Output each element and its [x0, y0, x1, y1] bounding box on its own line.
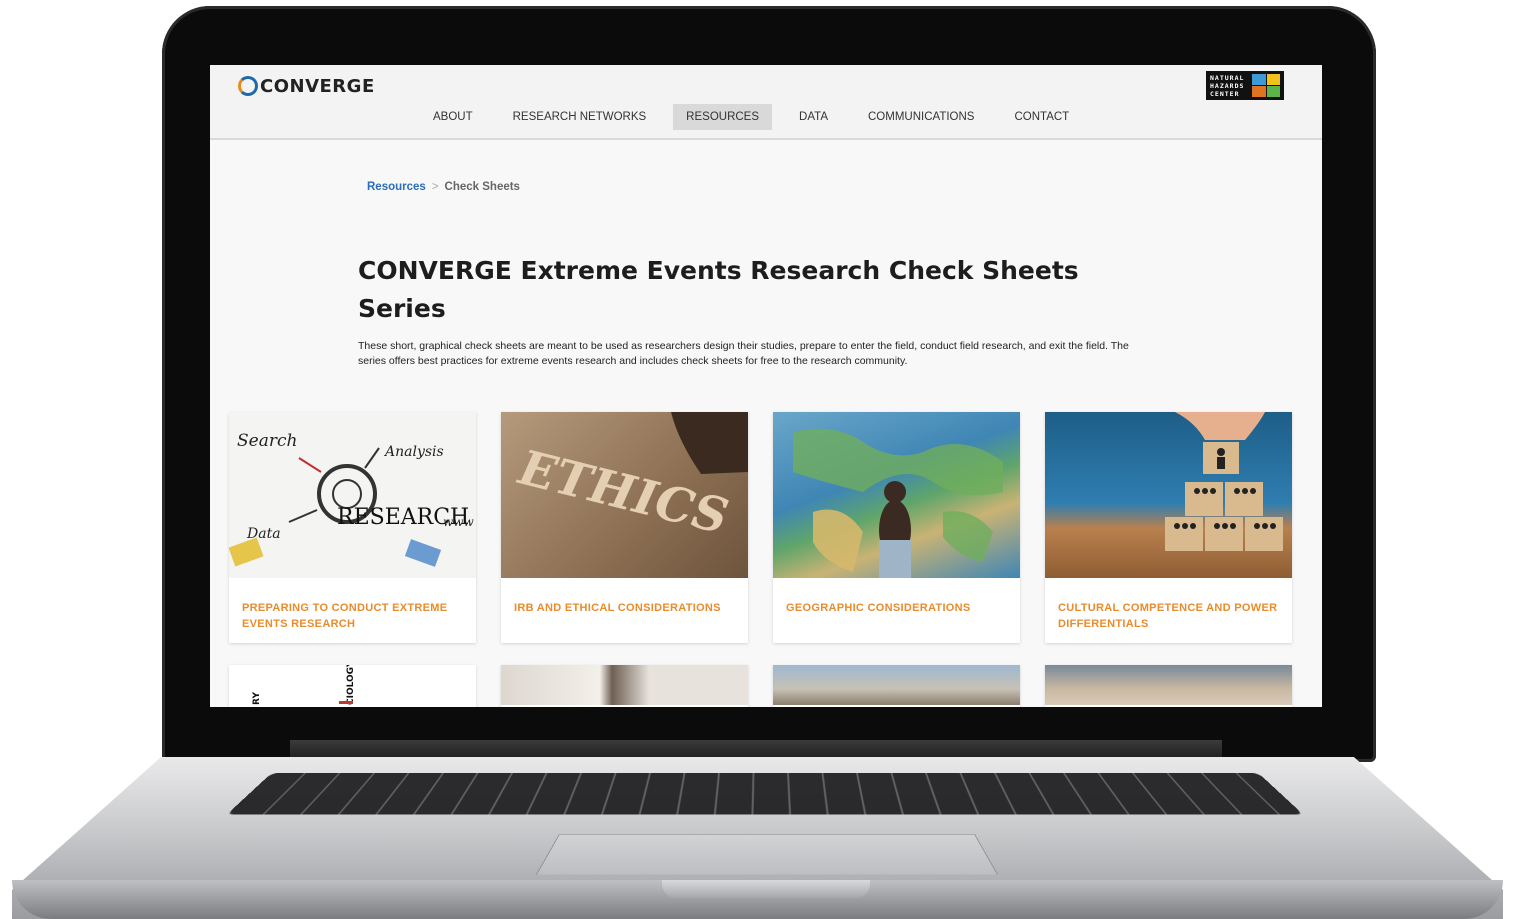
laptop-trackpad	[535, 834, 999, 875]
nav-data[interactable]: DATA	[786, 104, 841, 130]
nav-research-networks[interactable]: RESEARCH NETWORKS	[500, 104, 660, 130]
card-image	[1045, 665, 1292, 705]
nav-resources[interactable]: RESOURCES	[673, 104, 773, 130]
check-sheet-grid: Search Analysis RESEARCH Data www PREPAR…	[229, 412, 1292, 643]
check-sheet-card[interactable]: RY CIOLOGY	[229, 665, 476, 707]
browser-viewport: CONVERGE NATURAL HAZARDS CENTER ABOUT RE…	[210, 65, 1322, 707]
nhc-logo-text: NATURAL HAZARDS CENTER	[1210, 74, 1245, 98]
research-collage-image: Search Analysis RESEARCH Data www	[229, 412, 476, 578]
card-title[interactable]: IRB AND ETHICAL CONSIDERATIONS	[514, 601, 734, 617]
converge-logo[interactable]: CONVERGE	[238, 73, 375, 99]
check-sheet-card[interactable]	[501, 665, 748, 707]
card-image: RY CIOLOGY	[229, 665, 476, 705]
ethics-blocks-image: ETHICS	[501, 412, 748, 578]
breadcrumb-resources-link[interactable]: Resources	[367, 181, 426, 193]
laptop-keyboard	[226, 773, 1304, 815]
check-sheet-card[interactable]: GEOGRAPHIC CONSIDERATIONS	[773, 412, 1020, 643]
natural-hazards-center-logo[interactable]: NATURAL HAZARDS CENTER	[1206, 71, 1284, 100]
check-sheet-grid-row-2: RY CIOLOGY	[229, 665, 1292, 707]
image-word-www: www	[443, 515, 475, 529]
page-description: These short, graphical check sheets are …	[358, 339, 1129, 368]
check-sheet-card[interactable]: CULTURAL COMPETENCE AND POWER DIFFERENTI…	[1045, 412, 1292, 643]
world-map-image	[773, 412, 1020, 578]
card-image	[773, 665, 1020, 705]
logo-text: CONVERGE	[260, 75, 375, 97]
card-image	[501, 665, 748, 705]
nhc-logo-icon	[1252, 74, 1280, 97]
check-sheet-card[interactable]	[1045, 665, 1292, 707]
image-word-ry: RY	[252, 692, 262, 705]
site-header: CONVERGE NATURAL HAZARDS CENTER ABOUT RE…	[210, 65, 1322, 140]
breadcrumb-separator: >	[431, 181, 439, 193]
laptop-open-notch	[662, 880, 870, 898]
nav-about[interactable]: ABOUT	[420, 104, 486, 130]
converge-logo-icon	[238, 76, 258, 96]
card-title[interactable]: GEOGRAPHIC CONSIDERATIONS	[786, 601, 1006, 617]
check-sheet-card[interactable]	[773, 665, 1020, 707]
check-sheet-card[interactable]: Search Analysis RESEARCH Data www PREPAR…	[229, 412, 476, 643]
breadcrumb: Resources > Check Sheets	[367, 181, 520, 193]
main-nav: ABOUT RESEARCH NETWORKS RESOURCES DATA C…	[420, 104, 1096, 130]
card-title[interactable]: PREPARING TO CONDUCT EXTREME EVENTS RESE…	[242, 601, 462, 632]
breadcrumb-current: Check Sheets	[444, 181, 520, 193]
people-blocks-image	[1045, 412, 1292, 578]
nav-communications[interactable]: COMMUNICATIONS	[855, 104, 987, 130]
card-title[interactable]: CULTURAL COMPETENCE AND POWER DIFFERENTI…	[1058, 601, 1278, 632]
page-title: CONVERGE Extreme Events Research Check S…	[358, 255, 1079, 323]
nav-contact[interactable]: CONTACT	[1001, 104, 1082, 130]
check-sheet-card[interactable]: ETHICS IRB AND ETHICAL CONSIDERATIONS	[501, 412, 748, 643]
image-word-search: Search	[237, 431, 297, 451]
image-word-ciology: CIOLOGY	[346, 665, 356, 705]
image-word-analysis: Analysis	[383, 444, 444, 460]
